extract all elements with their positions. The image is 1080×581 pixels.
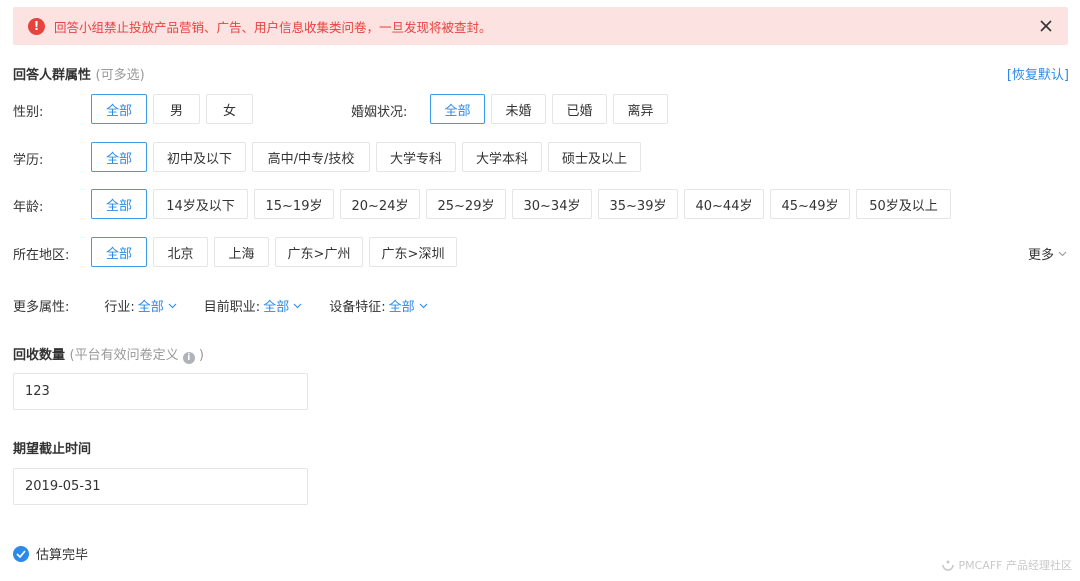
deadline-input[interactable] <box>13 468 308 505</box>
quantity-hint-close: ) <box>198 348 204 363</box>
gender-option-male[interactable]: 男 <box>153 94 200 124</box>
close-icon[interactable] <box>1036 16 1056 36</box>
gender-option-female[interactable]: 女 <box>206 94 253 124</box>
warning-alert: ! 回答小组禁止投放产品营销、广告、用户信息收集类问卷，一旦发现将被查封。 <box>13 7 1068 45</box>
marital-option-married[interactable]: 已婚 <box>552 94 607 124</box>
occupation-dropdown[interactable]: 目前职业: 全部 <box>204 296 302 315</box>
marital-option-divorced[interactable]: 离异 <box>613 94 668 124</box>
region-more-label: 更多 <box>1027 248 1054 263</box>
gender-label: 性别: <box>13 105 44 120</box>
region-option-shenzhen[interactable]: 广东>深圳 <box>369 237 457 267</box>
education-option-college[interactable]: 大学专科 <box>376 142 456 172</box>
quantity-hint-text: (平台有效问卷定义 <box>69 348 179 363</box>
device-dropdown[interactable]: 设备特征: 全部 <box>329 296 427 315</box>
industry-value: 全部 <box>137 300 164 315</box>
occupation-label: 目前职业: <box>203 300 261 315</box>
gender-options: 全部 男 女 <box>91 94 253 124</box>
age-option-30-34[interactable]: 30~34岁 <box>512 189 592 219</box>
device-value: 全部 <box>388 300 415 315</box>
quantity-section-title: 回收数量 (平台有效问卷定义 i ) <box>13 344 204 364</box>
estimate-status: 估算完毕 <box>13 544 88 563</box>
marital-label: 婚姻状况: <box>351 105 408 120</box>
deadline-title: 期望截止时间 <box>13 442 92 457</box>
check-circle-icon <box>13 545 29 562</box>
industry-label: 行业: <box>104 300 135 315</box>
chevron-down-icon <box>293 303 302 308</box>
age-label: 年龄: <box>13 200 44 215</box>
quantity-hint: (平台有效问卷定义 i ) <box>69 348 204 364</box>
device-label: 设备特征: <box>329 300 386 315</box>
chevron-down-icon <box>168 303 177 308</box>
education-option-high[interactable]: 高中/中专/技校 <box>252 142 370 172</box>
audience-title: 回答人群属性 <box>13 68 92 83</box>
more-attributes-label: 更多属性: <box>13 300 70 315</box>
estimate-label: 估算完毕 <box>36 548 89 563</box>
age-option-20-24[interactable]: 20~24岁 <box>340 189 420 219</box>
age-option-14[interactable]: 14岁及以下 <box>153 189 248 219</box>
age-option-15-19[interactable]: 15~19岁 <box>254 189 334 219</box>
education-option-master[interactable]: 硕士及以上 <box>548 142 641 172</box>
more-attributes-row: 更多属性: 行业: 全部 目前职业: 全部 设备特征: 全部 <box>13 296 455 315</box>
education-option-bachelor[interactable]: 大学本科 <box>462 142 542 172</box>
marital-option-single[interactable]: 未婚 <box>491 94 546 124</box>
age-option-25-29[interactable]: 25~29岁 <box>426 189 506 219</box>
audience-section-title: 回答人群属性 (可多选) <box>13 64 145 83</box>
age-options: 全部 14岁及以下 15~19岁 20~24岁 25~29岁 30~34岁 35… <box>91 189 951 219</box>
region-option-all[interactable]: 全部 <box>91 237 147 267</box>
age-option-35-39[interactable]: 35~39岁 <box>598 189 678 219</box>
chevron-down-icon <box>419 303 427 308</box>
marital-option-all[interactable]: 全部 <box>430 94 485 124</box>
quantity-title: 回收数量 <box>13 348 66 363</box>
region-more-button[interactable]: 更多 <box>1028 244 1067 263</box>
region-options: 全部 北京 上海 广东>广州 广东>深圳 <box>91 237 457 267</box>
exclamation-icon: ! <box>28 17 45 35</box>
age-option-45-49[interactable]: 45~49岁 <box>770 189 850 219</box>
watermark-text: PMCAFF 产品经理社区 <box>958 559 1072 572</box>
age-option-40-44[interactable]: 40~44岁 <box>684 189 764 219</box>
region-label: 所在地区: <box>13 248 70 263</box>
alert-message: 回答小组禁止投放产品营销、广告、用户信息收集类问卷，一旦发现将被查封。 <box>54 19 492 35</box>
age-option-all[interactable]: 全部 <box>91 189 147 219</box>
restore-default-link[interactable]: [恢复默认] <box>1007 64 1069 83</box>
industry-dropdown[interactable]: 行业: 全部 <box>104 296 177 315</box>
quantity-input[interactable] <box>13 373 308 410</box>
info-icon[interactable]: i <box>182 352 195 364</box>
education-options: 全部 初中及以下 高中/中专/技校 大学专科 大学本科 硕士及以上 <box>91 142 641 172</box>
logo-icon <box>941 560 954 571</box>
region-option-beijing[interactable]: 北京 <box>153 237 208 267</box>
education-label: 学历: <box>13 153 44 168</box>
region-option-shanghai[interactable]: 上海 <box>214 237 269 267</box>
watermark: PMCAFF 产品经理社区 <box>941 557 1072 573</box>
region-option-guangzhou[interactable]: 广东>广州 <box>275 237 363 267</box>
audience-hint: (可多选) <box>95 68 145 83</box>
gender-option-all[interactable]: 全部 <box>91 94 147 124</box>
occupation-value: 全部 <box>263 300 290 315</box>
marital-options: 全部 未婚 已婚 离异 <box>430 94 668 124</box>
chevron-down-icon <box>1058 251 1067 256</box>
education-option-junior[interactable]: 初中及以下 <box>153 142 246 172</box>
age-option-50[interactable]: 50岁及以上 <box>856 189 951 219</box>
education-option-all[interactable]: 全部 <box>91 142 147 172</box>
